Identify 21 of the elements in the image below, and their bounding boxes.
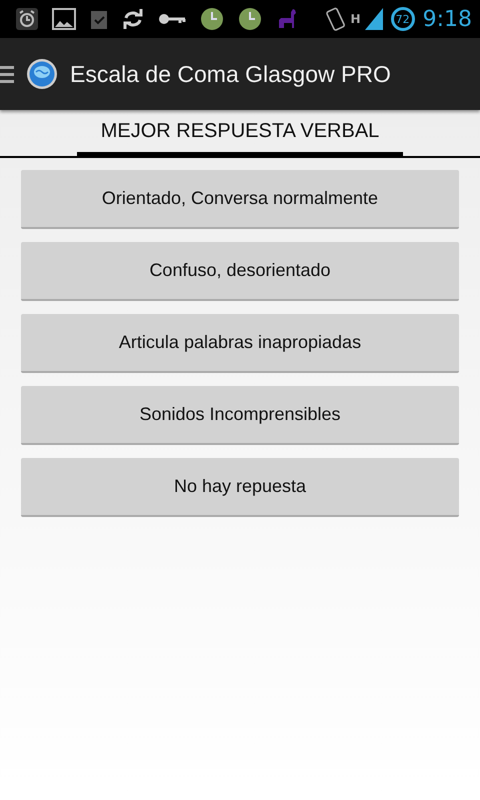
battery-indicator: 72 — [390, 7, 415, 31]
screen-rotation-icon — [324, 7, 347, 31]
app-title: Escala de Coma Glasgow PRO — [70, 60, 391, 88]
option-button[interactable]: Sonidos Incomprensibles — [21, 386, 459, 445]
signal-icon — [364, 8, 383, 30]
network-type-label: H — [350, 12, 361, 26]
clipboard-check-icon — [90, 8, 108, 30]
sync-icon — [122, 8, 144, 30]
option-button[interactable]: Articula palabras inapropiadas — [21, 314, 459, 373]
image-icon — [52, 8, 76, 30]
clock-time: 9:18 — [422, 6, 472, 32]
menu-icon[interactable] — [0, 64, 14, 84]
option-button[interactable]: No hay repuesta — [21, 458, 459, 517]
option-button[interactable]: Confuso, desorientado — [21, 242, 459, 301]
key-icon — [158, 12, 186, 26]
option-button[interactable]: Orientado, Conversa normalmente — [21, 170, 459, 229]
clock-icon — [200, 7, 224, 31]
clock-icon — [238, 7, 262, 31]
llama-icon — [276, 8, 298, 30]
section-title: MEJOR RESPUESTA VERBAL — [76, 110, 404, 156]
alarm-clock-icon — [16, 8, 38, 30]
